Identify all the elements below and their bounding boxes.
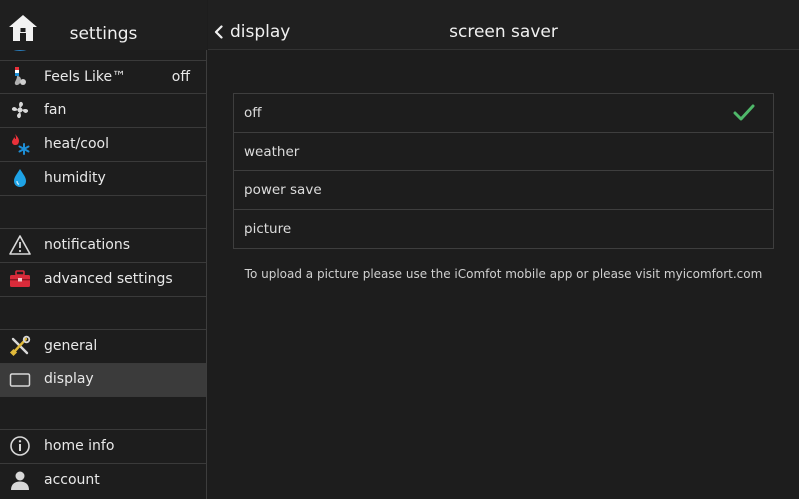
- sidebar-item-label: notifications: [44, 237, 131, 253]
- option-label: picture: [244, 220, 292, 237]
- sidebar-item-account[interactable]: account: [0, 464, 206, 499]
- sidebar-item-label: advanced settings: [44, 271, 173, 287]
- sidebar-header: settings: [0, 0, 207, 50]
- option-label: off: [244, 105, 262, 121]
- upload-picture-note: To upload a picture please use the iComf…: [244, 267, 763, 281]
- sidebar: settings Feels Like™ off fan heat/cool h…: [0, 0, 207, 499]
- display-icon: [9, 373, 31, 387]
- sidebar-item-fan[interactable]: fan: [0, 94, 206, 128]
- main-header: display screen saver: [208, 0, 799, 50]
- sidebar-item-label: general: [44, 338, 98, 354]
- checkmark-icon: [733, 104, 755, 121]
- sidebar-item-label: fan: [44, 102, 67, 118]
- sidebar-item-display[interactable]: display: [0, 364, 206, 397]
- tools-icon: [9, 335, 31, 357]
- fan-icon: [11, 101, 29, 119]
- sidebar-item-label: Feels Like™: [44, 69, 127, 85]
- toolbox-icon: [10, 270, 30, 287]
- sidebar-item-label: heat/cool: [44, 136, 109, 152]
- flame-snowflake-icon: [12, 134, 30, 155]
- page-title-text: screen saver: [449, 22, 558, 42]
- sidebar-item-advanced-settings[interactable]: advanced settings: [0, 263, 206, 297]
- sidebar-item-general[interactable]: general: [0, 330, 206, 364]
- option-picture[interactable]: picture: [234, 210, 773, 249]
- feels-like-status: off: [171, 69, 190, 85]
- water-drop-icon: [14, 169, 26, 187]
- sidebar-spacer: [0, 196, 206, 229]
- option-label: power save: [244, 182, 322, 198]
- option-off[interactable]: off: [234, 94, 773, 133]
- sidebar-spacer: [0, 397, 206, 430]
- user-icon: [11, 471, 29, 490]
- sidebar-item-label: account: [44, 472, 100, 488]
- screen-saver-options: off weather power save picture: [233, 93, 774, 249]
- sidebar-spacer: [0, 297, 206, 330]
- sidebar-item-label: home info: [44, 438, 115, 454]
- warning-icon: [9, 235, 31, 255]
- main-panel: display screen saver off weather power s…: [208, 0, 799, 499]
- option-power-save[interactable]: power save: [234, 171, 773, 210]
- sidebar-item-feels-like[interactable]: Feels Like™ off: [0, 61, 206, 94]
- sidebar-title: settings: [69, 24, 138, 44]
- sidebar-item-heat-cool[interactable]: heat/cool: [0, 128, 206, 162]
- page-title: screen saver: [208, 22, 799, 42]
- sidebar-item-humidity[interactable]: humidity: [0, 162, 206, 196]
- thermometer-person-icon: [14, 67, 26, 86]
- option-weather[interactable]: weather: [234, 133, 773, 171]
- sidebar-item-home-info[interactable]: home info: [0, 430, 206, 464]
- sidebar-item-notifications[interactable]: notifications: [0, 229, 206, 263]
- sidebar-item-label: display: [44, 371, 94, 387]
- option-label: weather: [244, 143, 300, 160]
- sidebar-item-label: humidity: [44, 170, 106, 186]
- info-icon: [10, 436, 30, 456]
